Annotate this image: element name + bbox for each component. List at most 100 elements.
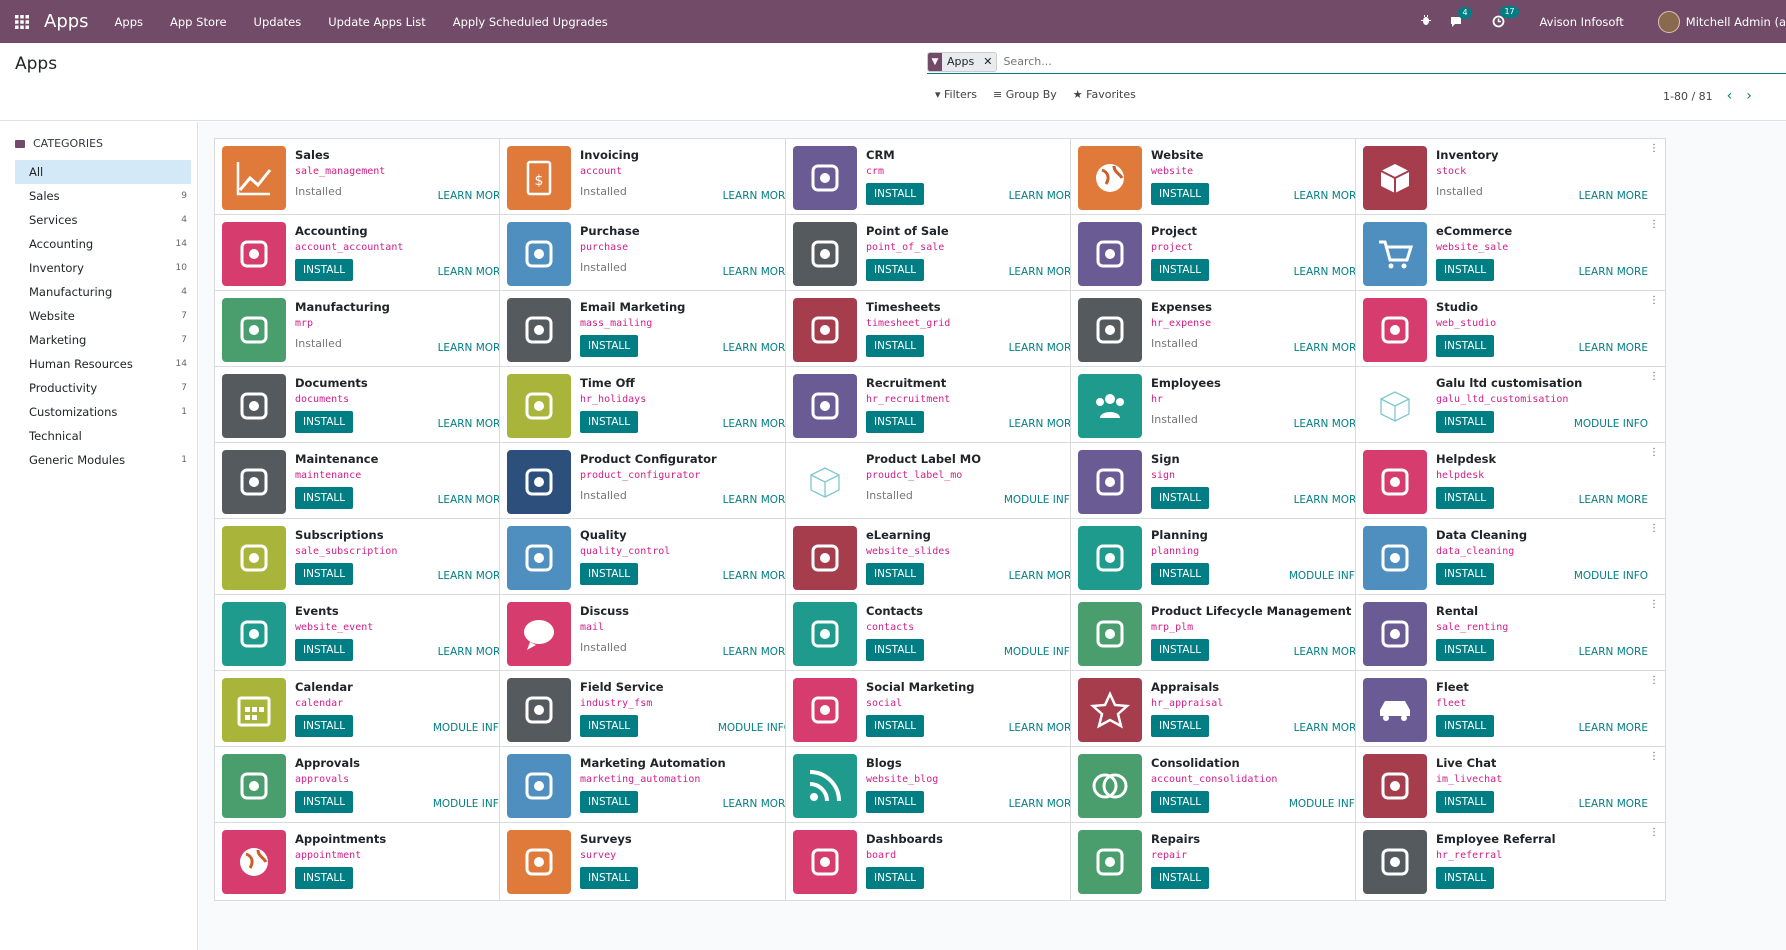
module-info-link[interactable]: MODULE INFO	[1289, 798, 1363, 810]
app-card-hr-referral[interactable]: Employee Referral hr_referral INSTALL ⋮	[1355, 822, 1666, 901]
sidebar-item-customizations[interactable]: Customizations 1	[15, 400, 191, 424]
app-card-point-of-sale[interactable]: Point of Sale point_of_sale INSTALL LEAR…	[785, 214, 1096, 293]
install-button[interactable]: INSTALL	[866, 867, 925, 889]
install-button[interactable]: INSTALL	[1151, 259, 1210, 281]
app-card-stock[interactable]: Inventory stock Installed LEARN MORE ⋮	[1355, 138, 1666, 217]
install-button[interactable]: INSTALL	[866, 791, 925, 813]
app-card-board[interactable]: Dashboards board INSTALL ⋮	[785, 822, 1096, 901]
install-button[interactable]: INSTALL	[1436, 791, 1495, 813]
sidebar-item-inventory[interactable]: Inventory 10	[15, 256, 191, 280]
install-button[interactable]: INSTALL	[1436, 563, 1495, 585]
app-card-sale-subscription[interactable]: Subscriptions sale_subscription INSTALL …	[214, 518, 525, 597]
install-button[interactable]: INSTALL	[1151, 487, 1210, 509]
module-info-link[interactable]: MODULE INFO	[1004, 646, 1078, 658]
learn-more-link[interactable]: LEARN MORE	[1294, 418, 1363, 430]
install-button[interactable]: INSTALL	[1151, 183, 1210, 205]
app-card-purchase[interactable]: Purchase purchase Installed LEARN MORE ⋮	[499, 214, 810, 293]
app-card-social[interactable]: Social Marketing social INSTALL LEARN MO…	[785, 670, 1096, 749]
app-card-web-studio[interactable]: Studio web_studio INSTALL LEARN MORE ⋮	[1355, 290, 1666, 369]
app-card-website-slides[interactable]: eLearning website_slides INSTALL LEARN M…	[785, 518, 1096, 597]
learn-more-link[interactable]: LEARN MORE	[1294, 266, 1363, 278]
install-button[interactable]: INSTALL	[295, 715, 354, 737]
sidebar-item-all[interactable]: All	[15, 160, 191, 184]
sidebar-item-sales[interactable]: Sales 9	[15, 184, 191, 208]
app-card-helpdesk[interactable]: Helpdesk helpdesk INSTALL LEARN MORE ⋮	[1355, 442, 1666, 521]
learn-more-link[interactable]: LEARN MORE	[723, 342, 792, 354]
sidebar-item-productivity[interactable]: Productivity 7	[15, 376, 191, 400]
app-brand[interactable]: Apps	[44, 11, 89, 32]
learn-more-link[interactable]: LEARN MORE	[1294, 342, 1363, 354]
install-button[interactable]: INSTALL	[1436, 411, 1495, 433]
install-button[interactable]: INSTALL	[580, 411, 639, 433]
learn-more-link[interactable]: LEARN MORE	[1579, 494, 1648, 506]
app-card-timesheet-grid[interactable]: Timesheets timesheet_grid INSTALL LEARN …	[785, 290, 1096, 369]
learn-more-link[interactable]: LEARN MORE	[1009, 418, 1078, 430]
learn-more-link[interactable]: LEARN MORE	[723, 266, 792, 278]
install-button[interactable]: INSTALL	[580, 791, 639, 813]
install-button[interactable]: INSTALL	[866, 715, 925, 737]
learn-more-link[interactable]: LEARN MORE	[1579, 190, 1648, 202]
sidebar-item-manufacturing[interactable]: Manufacturing 4	[15, 280, 191, 304]
app-card-repair[interactable]: Repairs repair INSTALL ⋮	[1070, 822, 1381, 901]
app-card-approvals[interactable]: Approvals approvals INSTALL MODULE INFO …	[214, 746, 525, 825]
app-card-mail[interactable]: Discuss mail Installed LEARN MORE ⋮	[499, 594, 810, 673]
app-card-industry-fsm[interactable]: Field Service industry_fsm INSTALL MODUL…	[499, 670, 810, 749]
install-button[interactable]: INSTALL	[1151, 715, 1210, 737]
learn-more-link[interactable]: LEARN MORE	[1294, 494, 1363, 506]
learn-more-link[interactable]: LEARN MORE	[438, 266, 507, 278]
learn-more-link[interactable]: LEARN MORE	[723, 494, 792, 506]
install-button[interactable]: INSTALL	[1151, 791, 1210, 813]
learn-more-link[interactable]: LEARN MORE	[438, 646, 507, 658]
install-button[interactable]: INSTALL	[866, 259, 925, 281]
learn-more-link[interactable]: LEARN MORE	[1009, 266, 1078, 278]
app-card-product-configurator[interactable]: Product Configurator product_configurato…	[499, 442, 810, 521]
install-button[interactable]: INSTALL	[1151, 867, 1210, 889]
install-button[interactable]: INSTALL	[1436, 715, 1495, 737]
module-info-link[interactable]: MODULE INFO	[433, 722, 507, 734]
install-button[interactable]: INSTALL	[580, 335, 639, 357]
install-button[interactable]: INSTALL	[1151, 639, 1210, 661]
install-button[interactable]: INSTALL	[866, 639, 925, 661]
app-card-mrp-plm[interactable]: Product Lifecycle Management (PL... mrp_…	[1070, 594, 1381, 673]
app-card-planning[interactable]: Planning planning INSTALL MODULE INFO ⋮	[1070, 518, 1381, 597]
kebab-menu-icon[interactable]: ⋮	[1649, 524, 1659, 534]
activities-menu[interactable]: 17	[1492, 6, 1519, 28]
search-input[interactable]	[1003, 55, 1604, 68]
kebab-menu-icon[interactable]: ⋮	[1649, 220, 1659, 230]
pager-next-icon[interactable]: ›	[1746, 88, 1752, 104]
app-card-account[interactable]: $ Invoicing account Installed LEARN MORE…	[499, 138, 810, 217]
learn-more-link[interactable]: LEARN MORE	[723, 418, 792, 430]
menu-update-apps-list[interactable]: Update Apps List	[328, 15, 426, 29]
app-card-sign[interactable]: Sign sign INSTALL LEARN MORE ⋮	[1070, 442, 1381, 521]
sidebar-item-technical[interactable]: Technical	[15, 424, 191, 448]
module-info-link[interactable]: MODULE INFO	[1289, 570, 1363, 582]
install-button[interactable]: INSTALL	[866, 411, 925, 433]
install-button[interactable]: INSTALL	[295, 867, 354, 889]
app-card-hr-expense[interactable]: Expenses hr_expense Installed LEARN MORE…	[1070, 290, 1381, 369]
company-switcher[interactable]: Avison Infosoft	[1539, 15, 1623, 29]
install-button[interactable]: INSTALL	[1436, 335, 1495, 357]
menu-updates[interactable]: Updates	[254, 15, 302, 29]
learn-more-link[interactable]: LEARN MORE	[1009, 190, 1078, 202]
app-card-hr-holidays[interactable]: Time Off hr_holidays INSTALL LEARN MORE …	[499, 366, 810, 445]
kebab-menu-icon[interactable]: ⋮	[1649, 600, 1659, 610]
learn-more-link[interactable]: LEARN MORE	[438, 190, 507, 202]
learn-more-link[interactable]: LEARN MORE	[438, 494, 507, 506]
bug-icon[interactable]	[1420, 14, 1432, 29]
learn-more-link[interactable]: LEARN MORE	[1009, 342, 1078, 354]
menu-apply-scheduled-upgrades[interactable]: Apply Scheduled Upgrades	[453, 15, 608, 29]
install-button[interactable]: INSTALL	[580, 715, 639, 737]
learn-more-link[interactable]: LEARN MORE	[438, 418, 507, 430]
app-card-survey[interactable]: Surveys survey INSTALL ⋮	[499, 822, 810, 901]
sidebar-item-marketing[interactable]: Marketing 7	[15, 328, 191, 352]
app-card-website-sale[interactable]: eCommerce website_sale INSTALL LEARN MOR…	[1355, 214, 1666, 293]
learn-more-link[interactable]: LEARN MORE	[1579, 646, 1648, 658]
app-card-im-livechat[interactable]: Live Chat im_livechat INSTALL LEARN MORE…	[1355, 746, 1666, 825]
app-card-maintenance[interactable]: Maintenance maintenance INSTALL LEARN MO…	[214, 442, 525, 521]
install-button[interactable]: INSTALL	[295, 563, 354, 585]
kebab-menu-icon[interactable]: ⋮	[1649, 296, 1659, 306]
install-button[interactable]: INSTALL	[295, 411, 354, 433]
install-button[interactable]: INSTALL	[866, 563, 925, 585]
app-menu-grid-icon[interactable]	[0, 0, 44, 43]
sidebar-item-services[interactable]: Services 4	[15, 208, 191, 232]
